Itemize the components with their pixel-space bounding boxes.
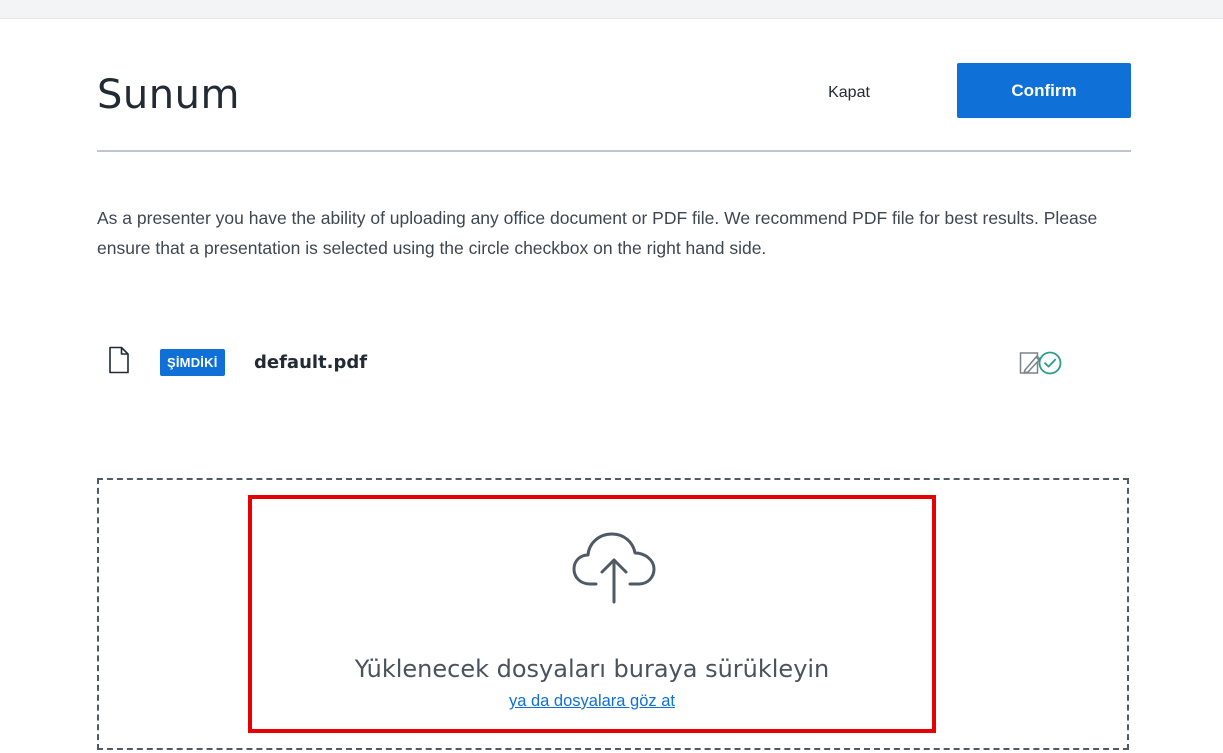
confirm-button[interactable]: Confirm: [957, 63, 1131, 118]
presentation-upload-modal: Sunum Kapat Confirm As a presenter you h…: [0, 0, 1223, 753]
upload-instructions: As a presenter you have the ability of u…: [97, 208, 1098, 258]
current-badge: ŞİMDİKİ: [160, 349, 225, 376]
modal-title: Sunum: [97, 72, 240, 118]
file-list-item: ŞİMDİKİ default.pdf: [97, 342, 1097, 382]
dropzone-text: Yüklenecek dosyaları buraya sürükleyin: [354, 655, 830, 683]
cloud-upload-icon: [566, 522, 662, 606]
file-icon: [107, 346, 131, 374]
file-name: default.pdf: [254, 352, 368, 373]
close-button[interactable]: Kapat: [809, 78, 889, 108]
browse-files-link[interactable]: ya da dosyalara göz at: [248, 692, 936, 711]
modal-header: Sunum Kapat Confirm: [97, 60, 1131, 152]
check-circle-icon[interactable]: [1037, 350, 1063, 376]
